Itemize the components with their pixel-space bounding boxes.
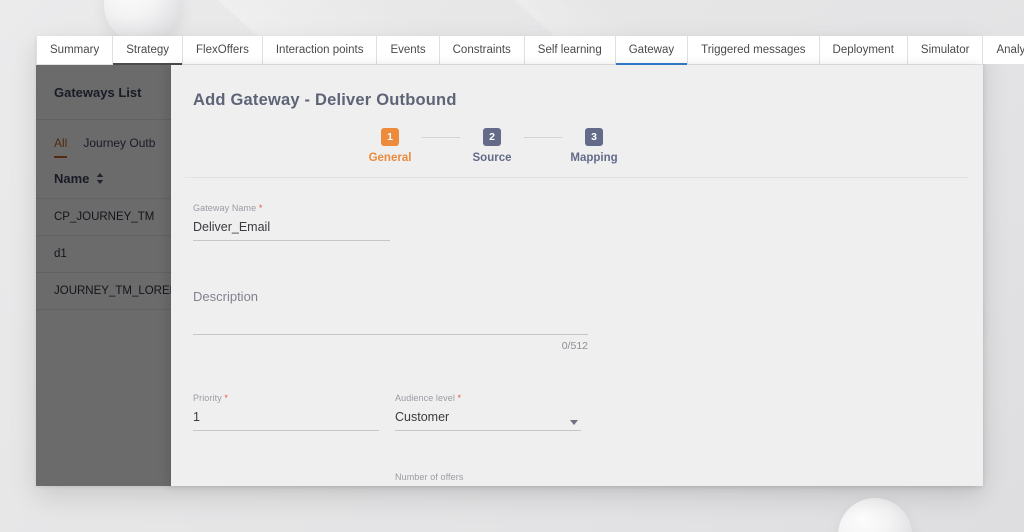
chevron-down-icon[interactable] bbox=[570, 420, 578, 425]
tab-simulator[interactable]: Simulator bbox=[907, 36, 984, 64]
tab-constraints[interactable]: Constraints bbox=[439, 36, 525, 64]
form-row-targetcell-offers: Target cell Number of offers 1 bbox=[193, 461, 983, 486]
tab-strategy[interactable]: Strategy bbox=[113, 36, 184, 65]
tab-label: Gateway bbox=[628, 44, 675, 56]
step-label: General bbox=[368, 152, 412, 164]
tab-summary[interactable]: Summary bbox=[36, 36, 114, 64]
gateway-list-item[interactable]: d1 bbox=[36, 236, 171, 273]
description-input[interactable]: Description bbox=[193, 289, 588, 335]
step-mapping[interactable]: 3 Mapping bbox=[562, 128, 626, 164]
tab-label: Events bbox=[390, 44, 426, 56]
page-title: Add Gateway - Deliver Outbound bbox=[193, 91, 457, 109]
tab-label: Triggered messages bbox=[701, 44, 806, 56]
tab-label: Deployment bbox=[832, 44, 894, 56]
number-of-offers-field[interactable]: Number of offers 1 bbox=[395, 461, 581, 486]
target-cell-field[interactable]: Target cell bbox=[193, 461, 379, 486]
tab-label: Strategy bbox=[126, 44, 170, 56]
tab-label: Constraints bbox=[452, 44, 511, 56]
tab-label: Simulator bbox=[920, 44, 970, 56]
gateway-list-item[interactable]: CP_JOURNEY_TM bbox=[36, 199, 171, 236]
target-cell-label bbox=[193, 473, 379, 482]
main-tab-bar: Summary Strategy FlexOffers Interaction poi… bbox=[36, 36, 1024, 65]
application-window: Summary Strategy FlexOffers Interaction poi… bbox=[36, 36, 1024, 486]
sidebar-column-header-label: Name bbox=[54, 171, 90, 186]
tab-analysis[interactable]: Analysis bbox=[983, 36, 1024, 64]
wizard-stepper: 1 General 2 Source 3 Mapping bbox=[171, 128, 983, 164]
number-of-offers-label: Number of offers bbox=[395, 472, 464, 482]
gateways-list: CP_JOURNEY_TMd1JOURNEY_TM_LORENZ bbox=[36, 199, 171, 310]
tab-gateway[interactable]: Gateway bbox=[615, 36, 689, 65]
tab-label: Summary bbox=[50, 44, 100, 56]
description-char-counter: 0/512 bbox=[561, 340, 588, 352]
form-row-priority-audience: Priority * 1 Audience level * Customer bbox=[193, 382, 983, 431]
tab-self-learning[interactable]: Self learning bbox=[524, 36, 616, 64]
tab-label: FlexOffers bbox=[196, 44, 249, 56]
gateway-name-field[interactable]: Gateway Name * Deliver_Email bbox=[193, 192, 390, 241]
step-source[interactable]: 2 Source bbox=[460, 128, 524, 164]
required-asterisk: * bbox=[454, 393, 462, 403]
sidebar-column-header[interactable]: Name bbox=[36, 158, 171, 199]
gateway-list-item[interactable]: JOURNEY_TM_LORENZ bbox=[36, 273, 171, 310]
audience-level-field[interactable]: Audience level * Customer bbox=[395, 382, 581, 431]
tab-events[interactable]: Events bbox=[377, 36, 440, 64]
sidebar-title: Gateways List bbox=[36, 65, 171, 120]
gateway-name-input[interactable]: Deliver_Email bbox=[193, 219, 390, 241]
tab-label: Analysis bbox=[996, 44, 1024, 56]
audience-level-select[interactable]: Customer bbox=[395, 409, 581, 431]
decorative-sphere bbox=[838, 498, 912, 532]
step-connector-line bbox=[422, 137, 460, 138]
step-number-badge: 2 bbox=[483, 128, 501, 146]
general-step-form: Gateway Name * Deliver_Email Description… bbox=[171, 178, 983, 486]
form-row-gateway-name: Gateway Name * Deliver_Email bbox=[193, 192, 983, 241]
tab-flexoffers[interactable]: FlexOffers bbox=[183, 36, 263, 64]
step-number-badge: 1 bbox=[381, 128, 399, 146]
sidebar-tab-journey-outb[interactable]: Journey Outb bbox=[83, 136, 155, 156]
tab-deployment[interactable]: Deployment bbox=[819, 36, 908, 64]
required-asterisk: * bbox=[256, 203, 263, 213]
tab-label: Interaction points bbox=[275, 44, 364, 56]
gateway-name-label: Gateway Name * bbox=[193, 203, 263, 213]
step-label: Mapping bbox=[570, 152, 618, 164]
priority-input[interactable]: 1 bbox=[193, 409, 379, 431]
step-label: Source bbox=[472, 152, 512, 164]
step-general[interactable]: 1 General bbox=[358, 128, 422, 164]
sidebar-tab-all[interactable]: All bbox=[54, 136, 68, 158]
application-body: Gateways List All Journey Outb Name CP_JO… bbox=[36, 65, 983, 486]
gateways-sidebar: Gateways List All Journey Outb Name CP_JO… bbox=[36, 65, 171, 486]
step-number-badge: 3 bbox=[585, 128, 603, 146]
tab-label: Self learning bbox=[537, 44, 602, 56]
audience-level-label: Audience level * bbox=[395, 393, 462, 403]
priority-label: Priority * bbox=[193, 393, 229, 403]
sidebar-tab-list: All Journey Outb bbox=[36, 120, 171, 158]
tab-interaction-points[interactable]: Interaction points bbox=[262, 36, 378, 64]
form-row-description: Description 0/512 bbox=[193, 271, 983, 352]
required-asterisk: * bbox=[221, 393, 229, 403]
step-connector-line bbox=[524, 137, 562, 138]
tab-triggered-messages[interactable]: Triggered messages bbox=[688, 36, 820, 64]
priority-field[interactable]: Priority * 1 bbox=[193, 382, 379, 431]
description-field[interactable]: Description 0/512 bbox=[193, 271, 588, 352]
add-gateway-modal: Add Gateway - Deliver Outbound 1 General 2… bbox=[171, 65, 983, 486]
sort-updown-icon[interactable] bbox=[96, 173, 104, 184]
